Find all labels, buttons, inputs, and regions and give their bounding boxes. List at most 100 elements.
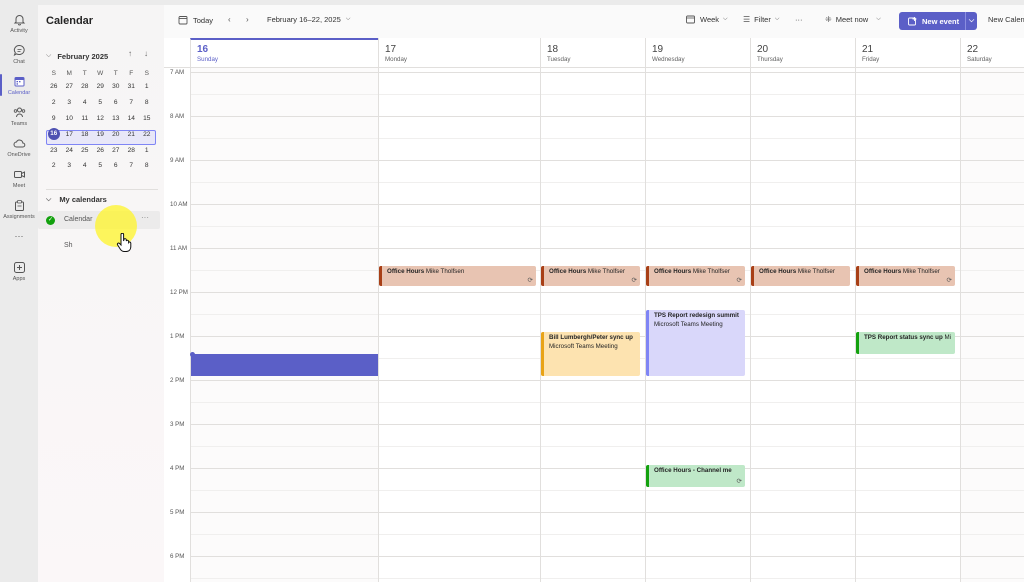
mini-day[interactable]: 12 xyxy=(93,115,109,122)
event-title: Office Hours xyxy=(864,268,902,275)
mini-day[interactable]: 29 xyxy=(93,83,109,90)
rail-more[interactable]: ··· xyxy=(0,229,38,259)
mini-day[interactable]: 4 xyxy=(77,162,93,169)
mini-month-title[interactable]: February 2025 xyxy=(57,52,108,61)
event-tps-redesign[interactable]: TPS Report redesign summit Microsoft Tea… xyxy=(646,310,745,376)
my-calendars-header[interactable]: ⌵ My calendars xyxy=(46,195,107,204)
rail-chat[interactable]: Chat xyxy=(0,40,38,70)
filter-button[interactable]: ☰ Filter ⌵ xyxy=(743,15,779,24)
hour-line xyxy=(190,116,1024,117)
mini-day[interactable]: 2 xyxy=(46,99,62,106)
mini-day[interactable]: 8 xyxy=(139,99,155,106)
next-week-button[interactable]: › xyxy=(246,15,249,24)
event-office-hours-wed[interactable]: Office Hours Mike Tholfser ⟳ xyxy=(646,266,745,286)
mini-day[interactable]: 9 xyxy=(46,115,62,122)
mini-day[interactable]: 28 xyxy=(77,83,93,90)
mini-day[interactable]: 4 xyxy=(77,99,93,106)
event-office-hours-mon[interactable]: Office Hours Mike Tholfsen ⟳ xyxy=(379,266,536,286)
event-office-hours-tue[interactable]: Office Hours Mike Tholfser ⟳ xyxy=(541,266,640,286)
new-calendar-button[interactable]: New Calen xyxy=(988,15,1024,24)
time-label: 12 PM xyxy=(170,289,188,296)
mini-day-today[interactable]: 16 xyxy=(46,128,62,141)
mini-day[interactable]: 25 xyxy=(77,147,93,154)
mini-day[interactable]: 1 xyxy=(139,83,155,90)
mini-day[interactable]: 6 xyxy=(108,162,124,169)
event-office-hours-thu[interactable]: Office Hours Mike Tholfser xyxy=(751,266,850,286)
mini-day[interactable]: 24 xyxy=(62,147,78,154)
mini-day[interactable]: 13 xyxy=(108,115,124,122)
day-header-thursday[interactable]: 20 Thursday xyxy=(750,38,855,68)
week-view-icon xyxy=(686,15,695,24)
rail-activity[interactable]: Activity xyxy=(0,9,38,39)
mini-month-week: 2 3 4 5 6 7 8 xyxy=(46,95,158,111)
new-event-button[interactable]: New event ⌵ xyxy=(899,12,977,30)
mini-day[interactable]: 27 xyxy=(108,147,124,154)
day-header-friday[interactable]: 21 Friday xyxy=(855,38,960,68)
mini-day[interactable]: 6 xyxy=(108,99,124,106)
column-line xyxy=(378,68,379,582)
mini-day[interactable]: 14 xyxy=(124,115,140,122)
mini-day[interactable]: 18 xyxy=(77,131,93,138)
mini-day[interactable]: 3 xyxy=(62,99,78,106)
day-header-monday[interactable]: 17 Monday xyxy=(378,38,540,68)
event-bill-sync[interactable]: Bill Lumbergh/Peter sync up Microsoft Te… xyxy=(541,332,640,376)
hour-line xyxy=(190,468,1024,469)
rail-meet[interactable]: Meet xyxy=(0,164,38,194)
mini-day[interactable]: 5 xyxy=(93,162,109,169)
mini-day[interactable]: 20 xyxy=(108,131,124,138)
mini-day[interactable]: 19 xyxy=(93,131,109,138)
meet-now-button[interactable]: ⁜ Meet now ⌵ xyxy=(825,15,881,24)
mini-day[interactable]: 7 xyxy=(124,99,140,106)
mini-day[interactable]: 15 xyxy=(139,115,155,122)
day-header-sunday[interactable]: 16 Sunday xyxy=(190,38,378,68)
event-block-sunday[interactable] xyxy=(191,354,378,376)
mini-day[interactable]: 1 xyxy=(139,147,155,154)
mini-day[interactable]: 3 xyxy=(62,162,78,169)
event-office-hours-channel[interactable]: Office Hours - Channel me ⟳ xyxy=(646,465,745,487)
rail-label: Activity xyxy=(10,28,28,34)
rail-onedrive[interactable]: OneDrive xyxy=(0,133,38,163)
rail-teams[interactable]: Teams xyxy=(0,102,38,132)
weekday-label: S xyxy=(51,69,56,77)
mini-day[interactable]: 30 xyxy=(108,83,124,90)
arrow-down-icon[interactable]: ↓ xyxy=(144,49,148,58)
rail-apps[interactable]: Apps xyxy=(0,257,38,287)
mini-day[interactable]: 8 xyxy=(139,162,155,169)
date-range-picker[interactable]: February 16–22, 2025 ⌵ xyxy=(267,15,350,24)
mini-day[interactable]: 28 xyxy=(124,147,140,154)
mini-day[interactable]: 10 xyxy=(62,115,78,122)
rail-calendar[interactable]: Calendar xyxy=(0,71,38,101)
new-event-label: New event xyxy=(922,16,960,26)
time-grid[interactable]: 7 AM 8 AM 9 AM 10 AM 11 AM 12 PM 1 PM 2 … xyxy=(164,68,1024,582)
more-options-button[interactable]: ··· xyxy=(795,15,803,24)
view-switcher[interactable]: Week ⌵ xyxy=(686,15,728,24)
mini-day[interactable]: 21 xyxy=(124,131,140,138)
mini-day[interactable]: 5 xyxy=(93,99,109,106)
chevron-down-icon[interactable]: ⌵ xyxy=(46,52,51,60)
new-event-main[interactable]: New event xyxy=(899,16,965,26)
mini-day[interactable]: 26 xyxy=(46,83,62,90)
mini-day[interactable]: 7 xyxy=(124,162,140,169)
mini-day[interactable]: 11 xyxy=(77,115,93,122)
mini-day[interactable]: 17 xyxy=(62,131,78,138)
day-header-saturday[interactable]: 22 Saturday xyxy=(960,38,1024,68)
more-options-icon[interactable]: ··· xyxy=(141,213,149,222)
rail-assignments[interactable]: Assignments xyxy=(0,195,38,225)
event-tps-status[interactable]: TPS Report status sync up Mi xyxy=(856,332,955,354)
mini-day[interactable]: 27 xyxy=(62,83,78,90)
day-header-tuesday[interactable]: 18 Tuesday xyxy=(540,38,645,68)
chevron-down-icon[interactable]: ⌵ xyxy=(966,17,977,25)
mini-day[interactable]: 2 xyxy=(46,162,62,169)
calendar-list-item-2[interactable]: Sh xyxy=(64,242,73,249)
mini-day[interactable]: 23 xyxy=(46,147,62,154)
prev-week-button[interactable]: ‹ xyxy=(228,15,231,24)
mini-day[interactable]: 22 xyxy=(139,131,155,138)
mini-day[interactable]: 26 xyxy=(93,147,109,154)
arrow-up-icon[interactable]: ↑ xyxy=(128,49,132,58)
event-office-hours-fri[interactable]: Office Hours Mike Tholfser ⟳ xyxy=(856,266,955,286)
day-header-wednesday[interactable]: 19 Wednesday xyxy=(645,38,750,68)
today-button[interactable]: Today xyxy=(178,15,213,25)
hour-line xyxy=(190,248,1024,249)
mini-day[interactable]: 31 xyxy=(124,83,140,90)
checkmark-icon[interactable]: ✓ xyxy=(46,216,55,225)
